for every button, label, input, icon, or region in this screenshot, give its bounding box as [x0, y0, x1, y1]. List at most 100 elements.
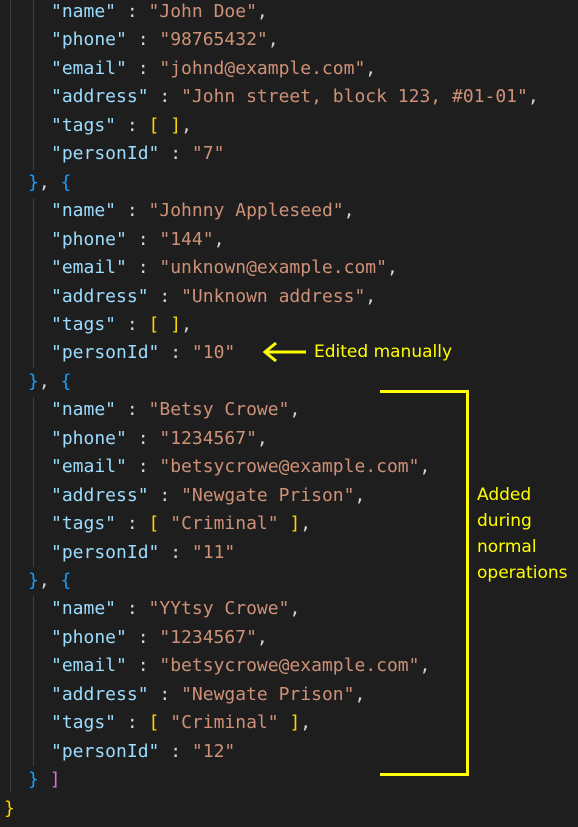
indent-guide — [33, 596, 34, 766]
code-line[interactable]: "email" : "johnd@example.com", — [51, 55, 376, 83]
added-line-1: Added — [477, 485, 532, 505]
object-close-brace: } — [28, 769, 39, 791]
tag-value: "Criminal" — [170, 513, 279, 535]
json-comma: , — [365, 285, 377, 307]
json-comma: , — [267, 29, 279, 51]
json-key: "tags" — [51, 313, 117, 335]
code-line[interactable]: } — [4, 795, 15, 823]
code-line[interactable]: "name" : "John Doe", — [51, 0, 268, 26]
json-colon: : — [116, 200, 149, 222]
json-colon: : — [116, 114, 149, 136]
json-colon: : — [159, 740, 192, 762]
json-value-phone: "1234567" — [159, 626, 257, 648]
code-line[interactable]: "email" : "betsycrowe@example.com", — [51, 652, 430, 680]
json-comma: , — [256, 427, 268, 449]
json-key: "tags" — [51, 712, 117, 734]
json-comma: , — [300, 712, 312, 734]
bracket-side — [466, 390, 469, 776]
array-close-bracket: ] — [49, 769, 61, 791]
json-key: "address" — [51, 86, 149, 108]
code-line[interactable]: "personId" : "7" — [51, 140, 224, 168]
json-key: "address" — [51, 484, 149, 506]
code-line[interactable]: "email" : "betsycrowe@example.com", — [51, 453, 430, 481]
code-line[interactable]: "name" : "Betsy Crowe", — [51, 396, 300, 424]
json-value-email: "unknown@example.com" — [159, 257, 387, 279]
json-value-name: "Betsy Crowe" — [148, 399, 290, 421]
added-line-2: during — [477, 511, 532, 531]
json-value-address: "Newgate Prison" — [181, 484, 355, 506]
json-key: "tags" — [51, 114, 117, 136]
code-line[interactable]: "address" : "Newgate Prison", — [51, 482, 365, 510]
code-line[interactable]: "phone" : "1234567", — [51, 624, 268, 652]
json-key: "name" — [51, 598, 117, 620]
code-line[interactable]: "name" : "Johnny Appleseed", — [51, 197, 354, 225]
json-colon: : — [148, 683, 182, 705]
added-annotation: Added during normal operations — [477, 482, 577, 586]
code-line[interactable]: "tags" : [ ], — [51, 311, 192, 339]
json-comma: , — [181, 114, 192, 136]
indent-guide — [33, 198, 34, 368]
tags-open-bracket: [ — [148, 712, 171, 734]
json-colon: : — [126, 228, 160, 250]
code-line[interactable]: "personId" : "12" — [51, 738, 235, 766]
json-space — [279, 712, 290, 733]
indent-guide — [33, 397, 34, 567]
json-value-phone: "98765432" — [159, 29, 268, 51]
code-line[interactable]: }, { — [28, 169, 71, 197]
object-open-brace: { — [60, 370, 72, 392]
code-line[interactable]: "name" : "YYtsy Crowe", — [51, 595, 300, 623]
json-comma: , — [213, 228, 225, 250]
arrow-left-icon — [262, 341, 306, 363]
code-line[interactable]: "phone" : "1234567", — [51, 425, 268, 453]
json-key: "personId" — [51, 143, 160, 165]
tags-close-bracket: ] — [289, 712, 301, 734]
indent-guide — [10, 0, 11, 792]
code-line[interactable]: "phone" : "98765432", — [51, 26, 279, 54]
json-comma: , — [354, 683, 366, 705]
json-colon: : — [159, 541, 192, 563]
json-colon: : — [116, 712, 149, 734]
code-line[interactable]: "phone" : "144", — [51, 226, 224, 254]
json-comma: , — [343, 200, 355, 222]
json-value-email: "johnd@example.com" — [159, 57, 366, 79]
json-value-name: "YYtsy Crowe" — [148, 598, 290, 620]
json-key: "name" — [51, 1, 117, 22]
code-line[interactable]: } ] — [28, 766, 61, 794]
json-value-name: "John Doe" — [148, 1, 257, 22]
json-colon: : — [116, 399, 149, 421]
code-editor[interactable]: "name" : "John Doe", "phone" : "98765432"… — [0, 0, 578, 827]
json-value-email: "betsycrowe@example.com" — [159, 456, 420, 478]
code-line[interactable]: "email" : "unknown@example.com", — [51, 254, 398, 282]
tags-close-bracket: ] — [170, 313, 182, 335]
json-key: "phone" — [51, 626, 127, 648]
json-value-address: "Unknown address" — [181, 285, 366, 307]
root-close-brace: } — [4, 797, 15, 819]
json-colon: : — [148, 484, 182, 506]
json-key: "email" — [51, 257, 127, 279]
code-line[interactable]: }, { — [28, 368, 71, 396]
code-line[interactable]: "personId" : "10" — [51, 339, 235, 367]
json-value-name: "Johnny Appleseed" — [148, 200, 344, 222]
json-colon: : — [126, 456, 160, 478]
object-close-brace: } — [28, 171, 39, 193]
json-comma: , — [181, 313, 192, 335]
json-key: "email" — [51, 655, 127, 677]
json-space — [39, 769, 50, 790]
code-line[interactable]: "personId" : "11" — [51, 539, 235, 567]
json-comma: , — [38, 370, 61, 392]
code-line[interactable]: "tags" : [ ], — [51, 112, 192, 140]
code-line[interactable]: "address" : "Newgate Prison", — [51, 681, 365, 709]
json-value-personid: "11" — [191, 541, 236, 563]
json-colon: : — [116, 313, 149, 335]
indent-guide — [33, 0, 34, 170]
json-colon: : — [148, 285, 182, 307]
json-value-personid: "7" — [191, 143, 225, 165]
code-line[interactable]: }, { — [28, 567, 71, 595]
json-comma: , — [527, 86, 539, 108]
json-comma: , — [419, 655, 431, 677]
code-line[interactable]: "tags" : [ "Criminal" ], — [51, 510, 311, 538]
code-line[interactable]: "address" : "Unknown address", — [51, 283, 376, 311]
code-line[interactable]: "tags" : [ "Criminal" ], — [51, 709, 311, 737]
json-colon: : — [116, 513, 149, 535]
code-line[interactable]: "address" : "John street, block 123, #01… — [51, 83, 539, 111]
